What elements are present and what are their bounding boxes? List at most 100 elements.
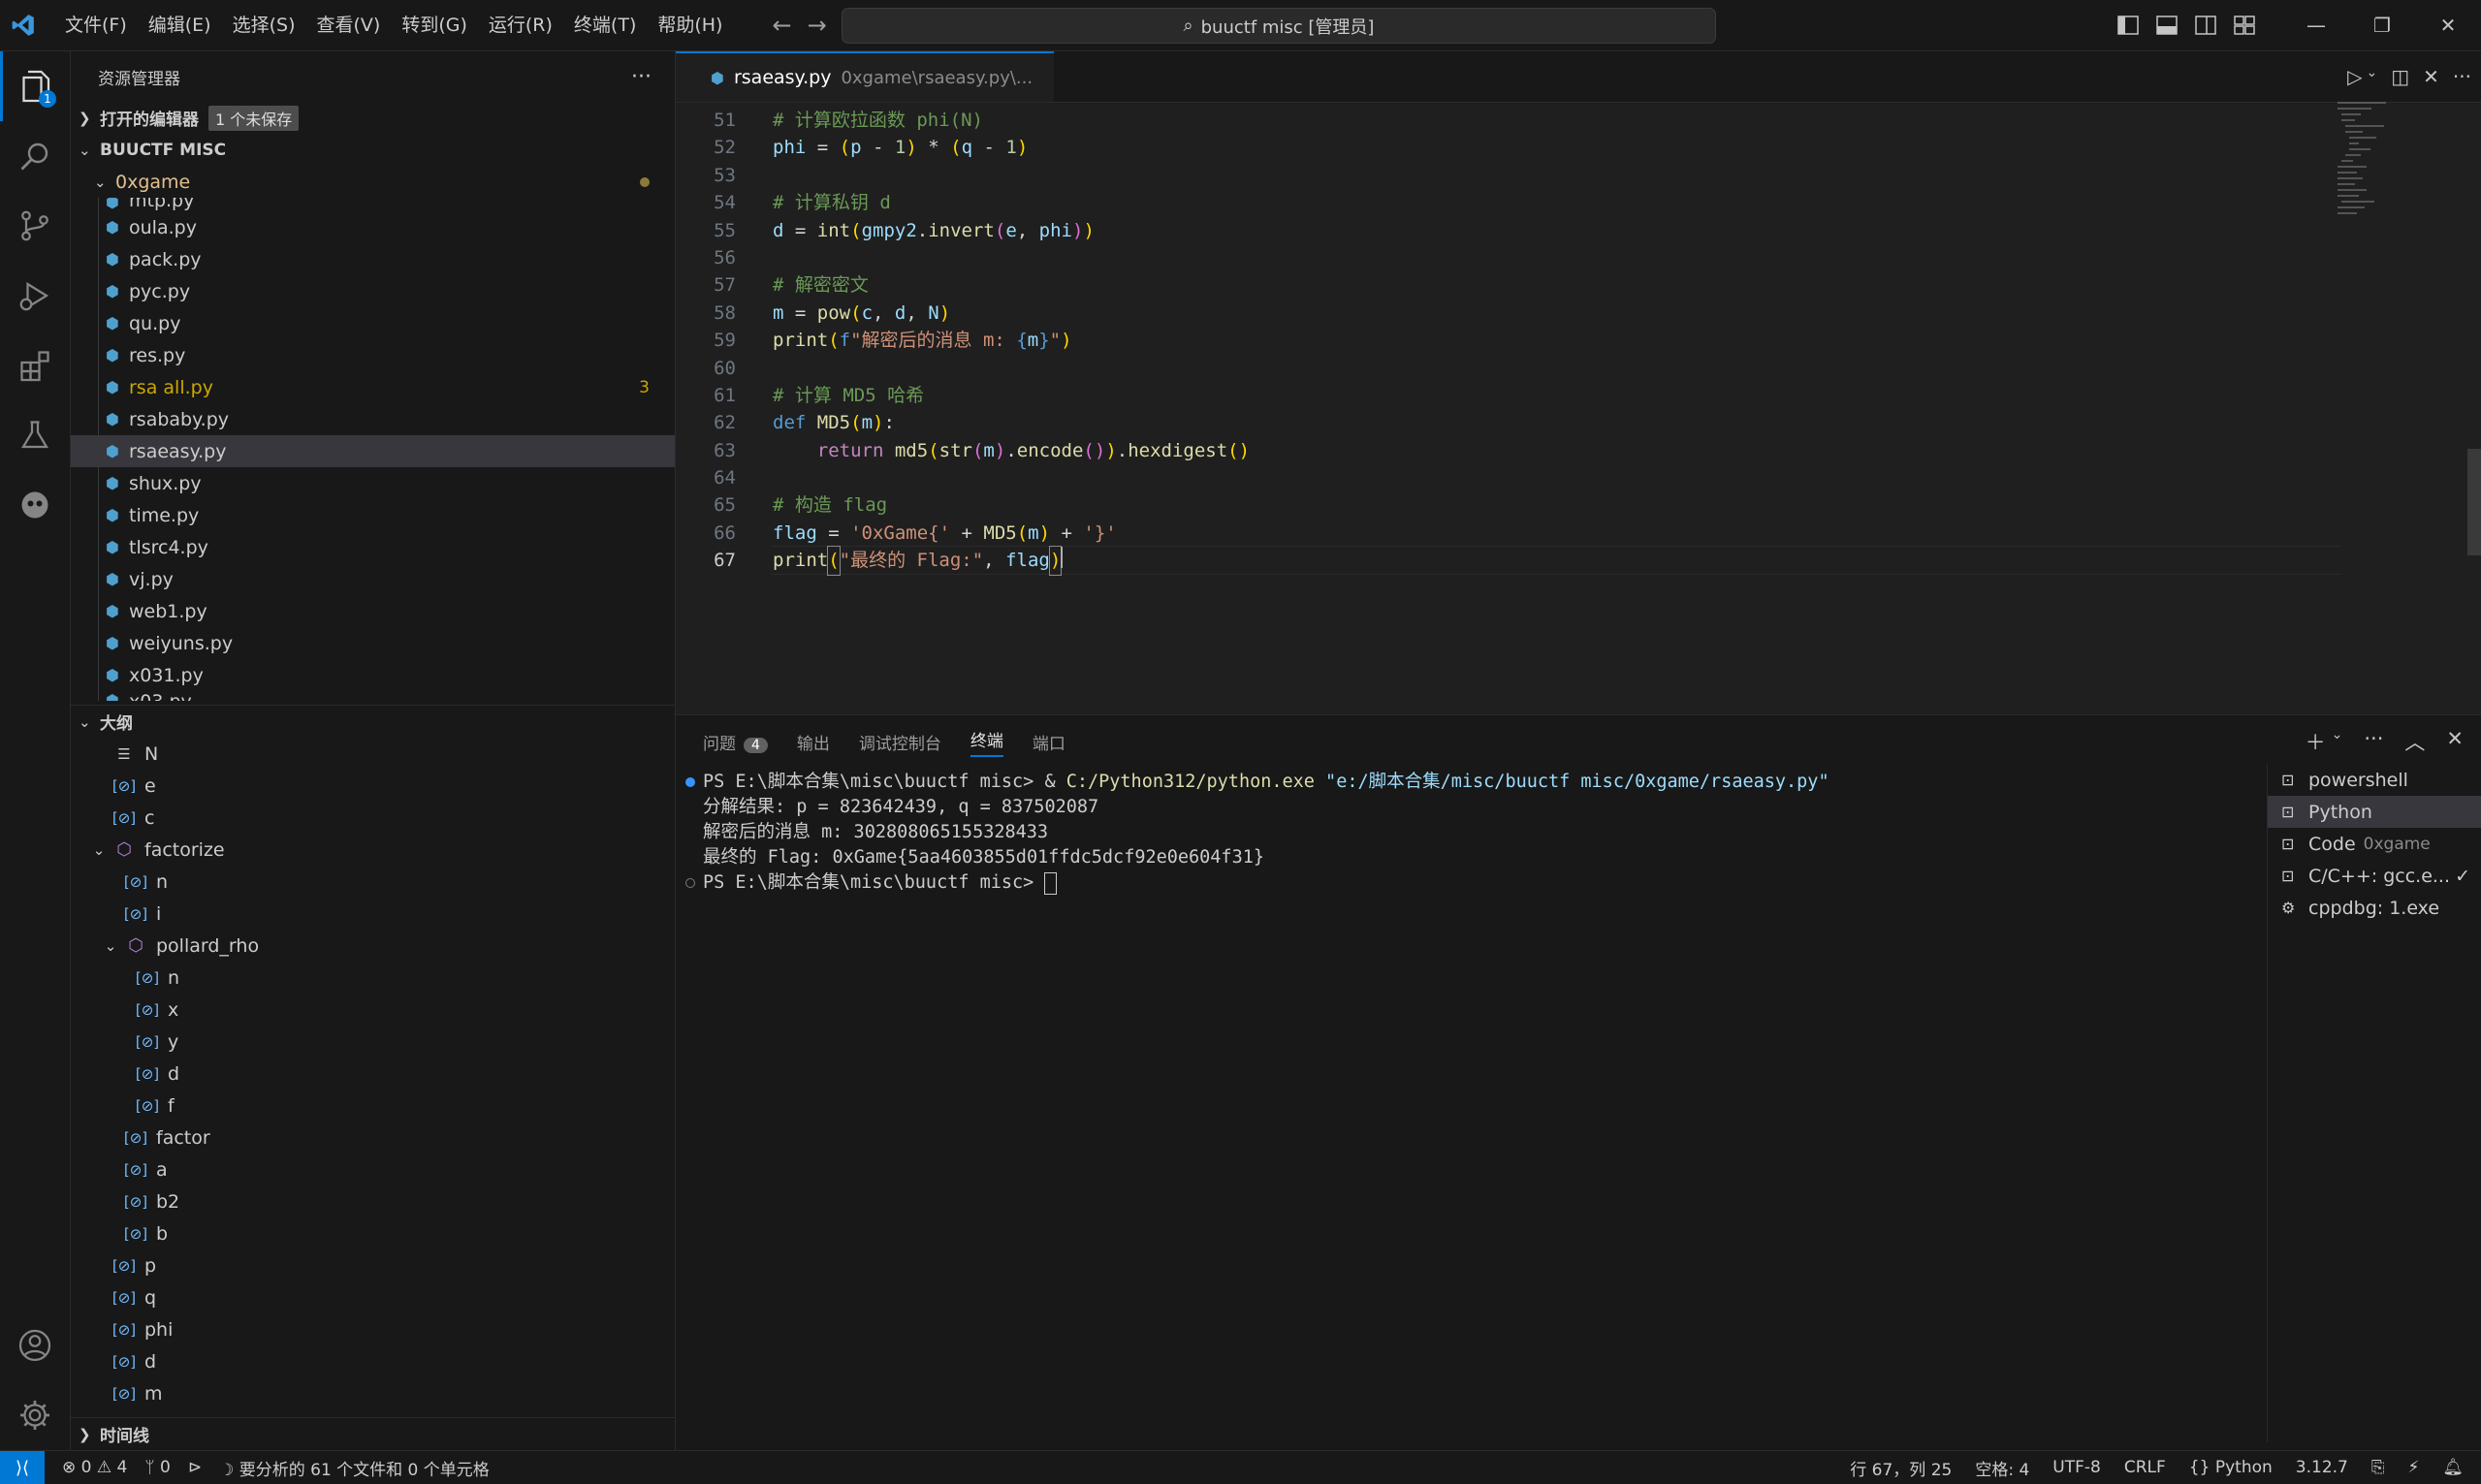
terminal-item-powershell[interactable]: ⊡ powershell — [2268, 764, 2481, 796]
file-item[interactable]: ⬢ shux.py — [71, 467, 675, 499]
new-terminal-icon[interactable]: ＋ — [2306, 727, 2326, 756]
run-file-icon[interactable]: ▷ — [2347, 65, 2362, 88]
more-actions-icon[interactable]: ··· — [2364, 727, 2383, 756]
outline-item[interactable]: [⊘] n — [71, 962, 675, 994]
cursor-position[interactable]: 行 67，列 25 — [1850, 1456, 1952, 1480]
accounts-icon[interactable] — [0, 1310, 70, 1380]
sync-icon[interactable]: ⚡ — [2407, 1458, 2419, 1477]
file-item[interactable]: ⬢ x031.py — [71, 659, 675, 691]
timeline-header[interactable]: ❯ 时间线 — [71, 1418, 675, 1450]
outline-item[interactable]: [⊘] b2 — [71, 1185, 675, 1217]
folder-0xgame[interactable]: ⌄ 0xgame — [71, 166, 675, 198]
outline-item[interactable]: [⊘] q — [71, 1281, 675, 1313]
outline-item[interactable]: [⊘] x — [71, 994, 675, 1026]
open-editors-section[interactable]: ❯ 打开的编辑器 1 个未保存 — [71, 102, 675, 134]
settings-gear-icon[interactable] — [0, 1380, 70, 1450]
tab-ports[interactable]: 端口 — [1033, 730, 1066, 754]
menu-file[interactable]: 文件(F) — [54, 0, 138, 50]
file-item[interactable]: ⬢ time.py — [71, 499, 675, 531]
outline-item[interactable]: [⊘] phi — [71, 1313, 675, 1345]
outline-section[interactable]: ⌄ 大纲 — [71, 706, 675, 738]
close-editor-icon[interactable]: ✕ — [2423, 65, 2439, 88]
forward-arrow-icon[interactable]: → — [808, 12, 827, 39]
outline-item[interactable]: [⊘] b — [71, 1217, 675, 1249]
outline-item[interactable]: [⊘] d — [71, 1345, 675, 1377]
terminal-dropdown-icon[interactable]: ⌄ — [2332, 727, 2343, 756]
file-item-selected[interactable]: ⬢ rsaeasy.py — [71, 435, 675, 467]
more-actions-icon[interactable]: ··· — [2453, 65, 2471, 88]
file-item[interactable]: ⬢x03.py — [71, 691, 675, 701]
line-ending[interactable]: CRLF — [2124, 1458, 2166, 1477]
menu-edit[interactable]: 编辑(E) — [138, 0, 222, 50]
menu-help[interactable]: 帮助(H) — [647, 0, 733, 50]
analysis-status[interactable]: ☽ 要分析的 61 个文件和 0 个单元格 — [219, 1456, 490, 1480]
extensions-icon[interactable] — [0, 331, 70, 400]
file-item-warning[interactable]: ⬢ rsa all.py 3 — [71, 371, 675, 403]
menu-view[interactable]: 查看(V) — [306, 0, 392, 50]
tab-debug-console[interactable]: 调试控制台 — [859, 730, 941, 754]
remote-indicator-icon[interactable]: ⟩⟨ — [0, 1451, 45, 1484]
run-dropdown-icon[interactable]: ⌄ — [2367, 65, 2378, 88]
restore-icon[interactable]: ❐ — [2349, 0, 2415, 50]
workspace-section[interactable]: ⌄ BUUCTF MISC — [71, 134, 675, 166]
menu-selection[interactable]: 选择(S) — [222, 0, 306, 50]
more-actions-icon[interactable]: ··· — [631, 65, 652, 89]
file-item[interactable]: ⬢ qu.py — [71, 307, 675, 339]
language-mode[interactable]: {} Python — [2189, 1458, 2273, 1477]
minimize-icon[interactable]: — — [2283, 0, 2349, 50]
outline-item[interactable]: [⊘] e — [71, 770, 675, 802]
menu-run[interactable]: 运行(R) — [478, 0, 563, 50]
problems-status[interactable]: ⊗ 0 ⚠ 4 — [62, 1458, 127, 1477]
file-item[interactable]: ⬢ rsababy.py — [71, 403, 675, 435]
debug-status-icon[interactable]: ⊳ — [188, 1458, 202, 1477]
file-item[interactable]: ⬢ vj.py — [71, 563, 675, 595]
editor-scrollbar[interactable] — [2467, 449, 2481, 555]
toggle-primary-sidebar-icon[interactable] — [2109, 0, 2147, 50]
file-item[interactable]: ⬢ pyc.py — [71, 275, 675, 307]
indentation[interactable]: 空格: 4 — [1975, 1456, 2029, 1480]
minimap[interactable] — [2336, 100, 2433, 236]
notifications-bell-icon[interactable]: 🔔︎ — [2442, 1458, 2464, 1477]
outline-item[interactable]: [⊘] y — [71, 1026, 675, 1058]
copilot-icon[interactable]: ⎘ — [2371, 1458, 2385, 1477]
outline-item[interactable]: [⊘] factor — [71, 1121, 675, 1153]
encoding[interactable]: UTF-8 — [2052, 1458, 2101, 1477]
outline-item[interactable]: ☰ N — [71, 738, 675, 770]
tab-terminal[interactable]: 终端 — [970, 727, 1003, 757]
run-debug-icon[interactable] — [0, 261, 70, 331]
command-center-search[interactable]: ⌕ buuctf misc [管理员] — [842, 8, 1716, 44]
timeline-section[interactable]: ❯ 时间线 — [71, 1417, 675, 1450]
tab-problems[interactable]: 问题 4 — [703, 730, 768, 754]
file-item[interactable]: ⬢ weiyuns.py — [71, 627, 675, 659]
testing-flask-icon[interactable] — [0, 400, 70, 470]
terminal-item-cppdbg[interactable]: ⚙ cppdbg: 1.exe — [2268, 892, 2481, 924]
outline-item[interactable]: ⌄ ⬡ factorize — [71, 834, 675, 866]
outline-item[interactable]: [⊘] a — [71, 1153, 675, 1185]
menu-go[interactable]: 转到(G) — [391, 0, 478, 50]
customize-layout-icon[interactable] — [2225, 0, 2264, 50]
file-item[interactable]: ⬢ web1.py — [71, 595, 675, 627]
file-item[interactable]: ⬢ tlsrc4.py — [71, 531, 675, 563]
close-panel-icon[interactable]: ✕ — [2446, 727, 2464, 756]
file-item[interactable]: ⬢ mtp.py — [71, 198, 675, 211]
outline-item[interactable]: [⊘] m — [71, 1377, 675, 1409]
menu-terminal[interactable]: 终端(T) — [563, 0, 647, 50]
ports-status[interactable]: ᛘ 0 — [144, 1458, 170, 1477]
source-control-icon[interactable] — [0, 191, 70, 261]
close-window-icon[interactable]: ✕ — [2415, 0, 2481, 50]
outline-item[interactable]: [⊘] i — [71, 898, 675, 930]
outline-item[interactable]: ⌄ ⬡ pollard_rho — [71, 930, 675, 962]
outline-item[interactable]: [⊘] d — [71, 1058, 675, 1089]
back-arrow-icon[interactable]: ← — [772, 12, 791, 39]
python-version[interactable]: 3.12.7 — [2296, 1458, 2348, 1477]
file-item[interactable]: ⬢ res.py — [71, 339, 675, 371]
toggle-panel-icon[interactable] — [2147, 0, 2186, 50]
terminal-item-python[interactable]: ⊡ Python — [2268, 796, 2481, 828]
explorer-icon[interactable]: 1 — [0, 51, 70, 121]
remote-explorer-icon[interactable] — [0, 470, 70, 540]
terminal-item-gcc[interactable]: ⊡ C/C++: gcc.e... ✓ — [2268, 860, 2481, 892]
split-editor-icon[interactable]: ◫ — [2391, 65, 2409, 88]
outline-item[interactable]: [⊘] c — [71, 802, 675, 834]
outline-item[interactable]: [⊘] f — [71, 1089, 675, 1121]
maximize-panel-icon[interactable]: ︿ — [2404, 727, 2425, 756]
